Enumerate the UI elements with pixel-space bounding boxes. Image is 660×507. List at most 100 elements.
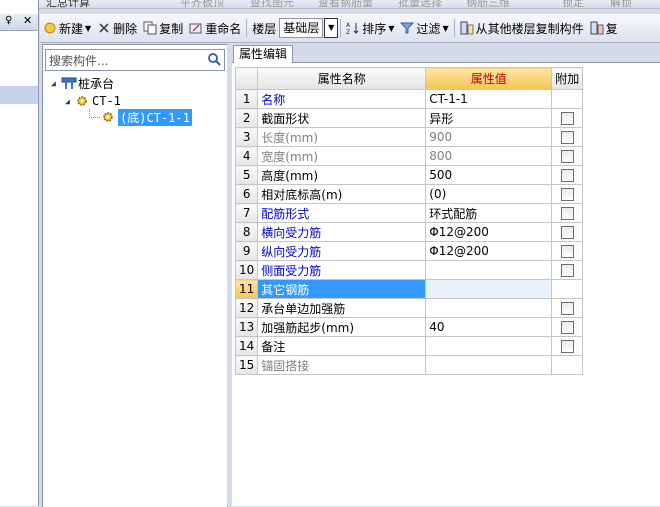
property-name: 名称 [257, 89, 427, 109]
table-row[interactable]: 7 配筋形式 环式配筋 [234, 203, 584, 223]
property-value[interactable] [425, 336, 553, 356]
top-item-view-rebar[interactable]: 查看钢筋量 [318, 0, 373, 8]
tree-connector [89, 109, 100, 118]
top-item-find[interactable]: 查找图元 [250, 0, 294, 8]
property-value[interactable]: 40 [425, 317, 553, 337]
table-row[interactable]: 8 横向受力筋 Φ12@200 [234, 222, 584, 242]
grid-header-row: 属性名称 属性值 附加 [234, 67, 584, 90]
top-item-batch-select[interactable]: 批量选择 [398, 0, 442, 8]
row-num: 14 [234, 336, 259, 356]
extra-checkbox[interactable] [560, 302, 574, 315]
extra-checkbox[interactable] [560, 169, 574, 182]
extra-checkbox[interactable] [560, 188, 574, 201]
extra-checkbox[interactable] [560, 112, 574, 125]
top-item-calc[interactable]: 汇总计算 [46, 0, 90, 8]
filter-button[interactable]: 过滤 ▼ [397, 17, 451, 39]
property-name: 承台单边加强筋 [257, 298, 427, 318]
header-extra[interactable]: 附加 [551, 67, 584, 90]
search-icon[interactable] [207, 52, 221, 66]
row-num: 9 [234, 241, 259, 261]
extra-checkbox[interactable] [560, 264, 574, 277]
tree-node-child-label: CT-1 [92, 94, 121, 108]
left-side-panel: ♀ ✕ [0, 0, 39, 506]
property-panel: 属性编辑 属性名称 属性值 附加 1 名称 CT-1-1 2 截面形状 异形 3… [232, 44, 660, 506]
property-name-cell: +锚固搭接 [257, 355, 427, 375]
property-grid: 属性名称 属性值 附加 1 名称 CT-1-1 2 截面形状 异形 3 长度(m… [234, 67, 584, 375]
delete-button[interactable]: 删除 [94, 17, 140, 39]
property-name: 长度(mm) [257, 127, 427, 147]
pin-icon[interactable]: ♀ [5, 15, 12, 26]
collapse-icon[interactable]: ◢ [51, 79, 61, 88]
more-button[interactable]: 复 [587, 17, 621, 39]
sort-dropdown-icon[interactable]: ▼ [388, 24, 394, 33]
top-item-rebar-3d[interactable]: 钢筋三维 [466, 0, 510, 8]
property-value[interactable]: 异形 [425, 108, 553, 128]
search-box[interactable]: 搜索构件... [45, 49, 225, 71]
top-item-align[interactable]: 平齐板顶 [180, 0, 224, 8]
property-name: 横向受力筋 [257, 222, 427, 242]
rename-icon [189, 21, 203, 35]
table-row[interactable]: 10 侧面受力筋 [234, 260, 584, 280]
property-value[interactable]: (0) [425, 184, 553, 204]
table-row[interactable]: 14 备注 [234, 336, 584, 356]
extra-checkbox[interactable] [560, 131, 574, 144]
tree-node-leaf[interactable]: (底)CT-1-1 [101, 108, 192, 126]
table-row[interactable]: 1 名称 CT-1-1 [234, 89, 584, 109]
extra-checkbox[interactable] [560, 150, 574, 163]
table-row[interactable]: 9 纵向受力筋 Φ12@200 [234, 241, 584, 261]
top-item-lock[interactable]: 锁定 [562, 0, 584, 8]
header-property-value[interactable]: 属性值 [425, 67, 553, 90]
extra-checkbox[interactable] [560, 321, 574, 334]
tab-property-edit[interactable]: 属性编辑 [233, 45, 294, 63]
property-value[interactable]: 900 [425, 127, 553, 147]
sort-button[interactable]: AZ 排序 ▼ [343, 17, 397, 39]
table-row[interactable]: 12 承台单边加强筋 [234, 298, 584, 318]
table-row[interactable]: 4 宽度(mm) 800 [234, 146, 584, 166]
extra-cell [551, 146, 584, 166]
copy-button[interactable]: 复制 [140, 17, 186, 39]
copy-from-floor-button[interactable]: 从其他楼层复制构件 [457, 17, 587, 39]
property-name: 宽度(mm) [257, 146, 427, 166]
chevron-down-icon[interactable]: ▼ [324, 18, 339, 38]
table-row[interactable]: 15 +锚固搭接 [234, 355, 584, 375]
property-value[interactable]: 800 [425, 146, 553, 166]
extra-checkbox[interactable] [560, 207, 574, 220]
floor-select[interactable]: 基础层 ▼ [279, 18, 339, 38]
tree-node-child[interactable]: ◢ CT-1 [65, 93, 121, 109]
copy-label: 复制 [159, 21, 184, 36]
close-icon[interactable]: ✕ [23, 14, 32, 27]
property-value[interactable] [425, 298, 553, 318]
header-property-name[interactable]: 属性名称 [257, 67, 427, 90]
collapse-icon[interactable]: ◢ [65, 97, 75, 106]
new-label: 新建 [59, 21, 84, 36]
extra-checkbox[interactable] [560, 340, 574, 353]
rename-label: 重命名 [205, 21, 242, 36]
property-value[interactable] [425, 355, 553, 375]
left-panel-selected-row[interactable] [0, 86, 38, 104]
tree-node-root[interactable]: ◢ 桩承台 [51, 75, 114, 91]
table-row[interactable]: 6 相对底标高(m) (0) [234, 184, 584, 204]
property-value[interactable] [425, 279, 553, 299]
floor-value: 基础层 [279, 18, 324, 38]
property-value[interactable] [425, 260, 553, 280]
extra-checkbox[interactable] [560, 226, 574, 239]
delete-label: 删除 [113, 21, 138, 36]
search-input[interactable]: 搜索构件... [49, 52, 108, 69]
extra-checkbox[interactable] [560, 245, 574, 258]
svg-text:A: A [346, 22, 351, 29]
property-value[interactable]: Φ12@200 [425, 222, 553, 242]
new-dropdown-icon[interactable]: ▼ [85, 24, 91, 33]
property-value[interactable]: Φ12@200 [425, 241, 553, 261]
new-button[interactable]: 新建 ▼ [40, 17, 94, 39]
filter-dropdown-icon[interactable]: ▼ [442, 24, 448, 33]
property-value[interactable]: CT-1-1 [425, 89, 553, 109]
top-item-unlock[interactable]: 解锁 [610, 0, 632, 8]
property-value[interactable]: 环式配筋 [425, 203, 553, 223]
table-row[interactable]: 2 截面形状 异形 [234, 108, 584, 128]
table-row-selected[interactable]: 11 其它钢筋 [234, 279, 584, 299]
table-row[interactable]: 5 高度(mm) 500 [234, 165, 584, 185]
table-row[interactable]: 3 长度(mm) 900 [234, 127, 584, 147]
rename-button[interactable]: 重命名 [186, 17, 244, 39]
property-value[interactable]: 500 [425, 165, 553, 185]
table-row[interactable]: 13 加强筋起步(mm) 40 [234, 317, 584, 337]
